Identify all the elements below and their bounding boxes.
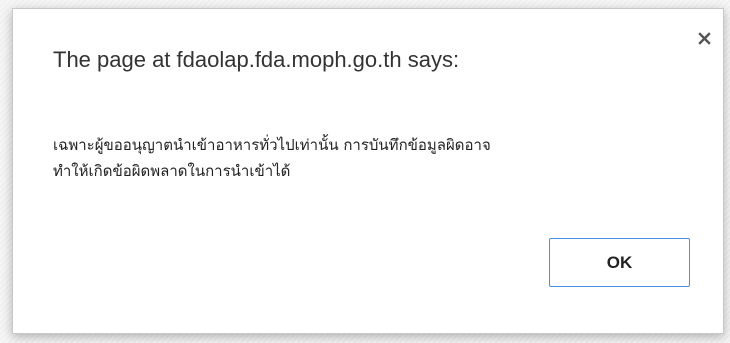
- dialog-message: เฉพาะผู้ขออนุญาตนำเข้าอาหารทั่วไปเท่านั้…: [53, 132, 693, 184]
- close-icon: [695, 29, 715, 49]
- dialog-message-line: เฉพาะผู้ขออนุญาตนำเข้าอาหารทั่วไปเท่านั้…: [53, 136, 491, 154]
- ok-button[interactable]: OK: [549, 238, 690, 287]
- close-button[interactable]: [695, 29, 715, 49]
- alert-dialog: The page at fdaolap.fda.moph.go.th says:…: [12, 8, 724, 334]
- dialog-message-line: ทำให้เกิดข้อผิดพลาดในการนำเข้าได้: [53, 162, 291, 180]
- dialog-title: The page at fdaolap.fda.moph.go.th says:: [53, 47, 460, 72]
